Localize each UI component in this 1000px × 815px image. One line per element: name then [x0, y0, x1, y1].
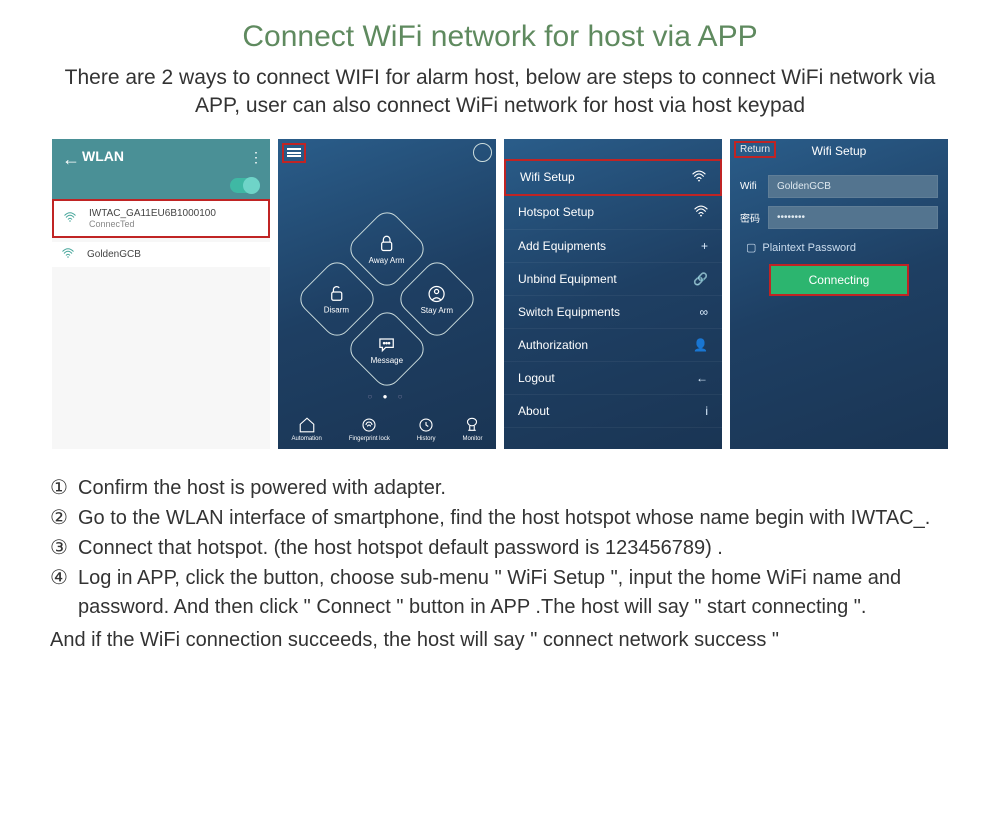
link-icon: 🔗: [693, 272, 708, 286]
setup-row-hotspot-setup[interactable]: Hotspot Setup: [504, 196, 722, 230]
step-text-4: Log in APP, click the button, choose sub…: [78, 567, 901, 618]
network-status: ConnecTed: [89, 219, 258, 229]
setup-row-label: Switch Equipments: [518, 305, 620, 319]
setup-row-label: Logout: [518, 371, 555, 385]
phone-setup-list: Wifi Setup Hotspot Setup Add Equipments + Un…: [504, 139, 722, 449]
connecting-button[interactable]: Connecting: [769, 264, 909, 296]
instructions-note: And if the WiFi connection succeeds, the…: [50, 626, 950, 655]
wifi-name-input[interactable]: GoldenGCB: [768, 175, 938, 198]
hamburger-menu-icon[interactable]: [282, 143, 306, 163]
wifi-icon: [692, 170, 706, 185]
page-indicator: ○ ● ○: [278, 392, 496, 401]
step-number-4: ④: [50, 564, 68, 593]
nav-history[interactable]: History: [417, 416, 436, 442]
return-button[interactable]: Return: [734, 141, 776, 158]
arm-diamond: Away Arm Disarm Stay Arm Message: [307, 219, 467, 379]
phone-arm-menu: Away Arm Disarm Stay Arm Message ○ ● ○: [278, 139, 496, 449]
globe-icon[interactable]: [473, 143, 492, 162]
message-label: Message: [371, 355, 403, 364]
wifi-password-field-row: 密码 ••••••••: [740, 206, 938, 229]
step-text-1: Confirm the host is powered with adapter…: [78, 477, 446, 499]
setup-row-label: Add Equipments: [518, 239, 606, 253]
phone-wlan: ← WLAN ⋮ IWTAC_GA11EU6B1000100 ConnecTed…: [52, 139, 270, 449]
wifi-toggle[interactable]: [230, 178, 260, 193]
back-arrow-icon[interactable]: ←: [62, 149, 80, 170]
wifi-form-header: Return Wifi Setup: [730, 139, 948, 163]
setup-row-wifi-setup[interactable]: Wifi Setup: [504, 159, 722, 196]
wlan-title: WLAN: [82, 148, 124, 164]
wifi-network-row-iwtac[interactable]: IWTAC_GA11EU6B1000100 ConnecTed: [52, 199, 270, 238]
network-name: IWTAC_GA11EU6B1000100: [89, 208, 258, 219]
bottom-nav: Automation Fingerprint lock History Moni…: [278, 409, 496, 449]
nav-automation[interactable]: Automation: [291, 416, 321, 442]
wifi-name-field-row: Wifi GoldenGCB: [740, 175, 938, 198]
wifi-icon: [62, 247, 74, 261]
wifi-password-input[interactable]: ••••••••: [768, 206, 938, 229]
setup-row-about[interactable]: About i: [504, 395, 722, 428]
network-name: GoldenGCB: [87, 249, 260, 260]
step-number-2: ②: [50, 504, 68, 533]
wlan-header: ← WLAN ⋮: [52, 139, 270, 199]
disarm-label: Disarm: [324, 305, 349, 314]
nav-monitor[interactable]: Monitor: [462, 416, 482, 442]
step-number-1: ①: [50, 474, 68, 503]
setup-row-add-equipments[interactable]: Add Equipments +: [504, 230, 722, 263]
step-text-2: Go to the WLAN interface of smartphone, …: [78, 507, 930, 529]
wifi-field-label: Wifi: [740, 181, 768, 192]
instructions-block: ① Confirm the host is powered with adapte…: [50, 474, 950, 655]
plaintext-password-checkbox[interactable]: Plaintext Password: [740, 237, 938, 264]
nav-fingerprint[interactable]: Fingerprint lock: [349, 416, 390, 442]
setup-row-unbind-equipment[interactable]: Unbind Equipment 🔗: [504, 263, 722, 296]
setup-row-label: About: [518, 404, 549, 418]
stay-arm-label: Stay Arm: [421, 305, 453, 314]
setup-row-label: Unbind Equipment: [518, 272, 617, 286]
wifi-icon: [694, 205, 708, 220]
setup-row-label: Authorization: [518, 338, 588, 352]
page-subtitle: There are 2 ways to connect WIFI for ala…: [50, 64, 950, 121]
step-text-3: Connect that hotspot. (the host hotspot …: [78, 537, 723, 559]
phone-screenshots-row: ← WLAN ⋮ IWTAC_GA11EU6B1000100 ConnecTed…: [50, 139, 950, 449]
back-icon: ←: [696, 371, 708, 385]
step-number-3: ③: [50, 534, 68, 563]
user-icon: 👤: [693, 338, 708, 352]
password-field-label: 密码: [740, 210, 768, 225]
setup-row-label: Wifi Setup: [520, 170, 575, 184]
away-arm-label: Away Arm: [369, 255, 405, 264]
phone-wifi-form: Return Wifi Setup Wifi GoldenGCB 密码 ••••…: [730, 139, 948, 449]
info-icon: i: [705, 404, 708, 418]
setup-row-authorization[interactable]: Authorization 👤: [504, 329, 722, 362]
overflow-icon[interactable]: ⋮: [249, 149, 262, 166]
page-title: Connect WiFi network for host via APP: [50, 20, 950, 54]
wifi-form-title: Wifi Setup: [812, 144, 867, 158]
wifi-icon: [64, 211, 76, 225]
setup-row-logout[interactable]: Logout ←: [504, 362, 722, 395]
infinity-icon: ∞: [699, 305, 708, 319]
setup-row-label: Hotspot Setup: [518, 205, 594, 219]
wifi-network-row-golden[interactable]: GoldenGCB: [52, 242, 270, 267]
setup-row-switch-equipments[interactable]: Switch Equipments ∞: [504, 296, 722, 329]
plus-icon: +: [701, 239, 708, 253]
